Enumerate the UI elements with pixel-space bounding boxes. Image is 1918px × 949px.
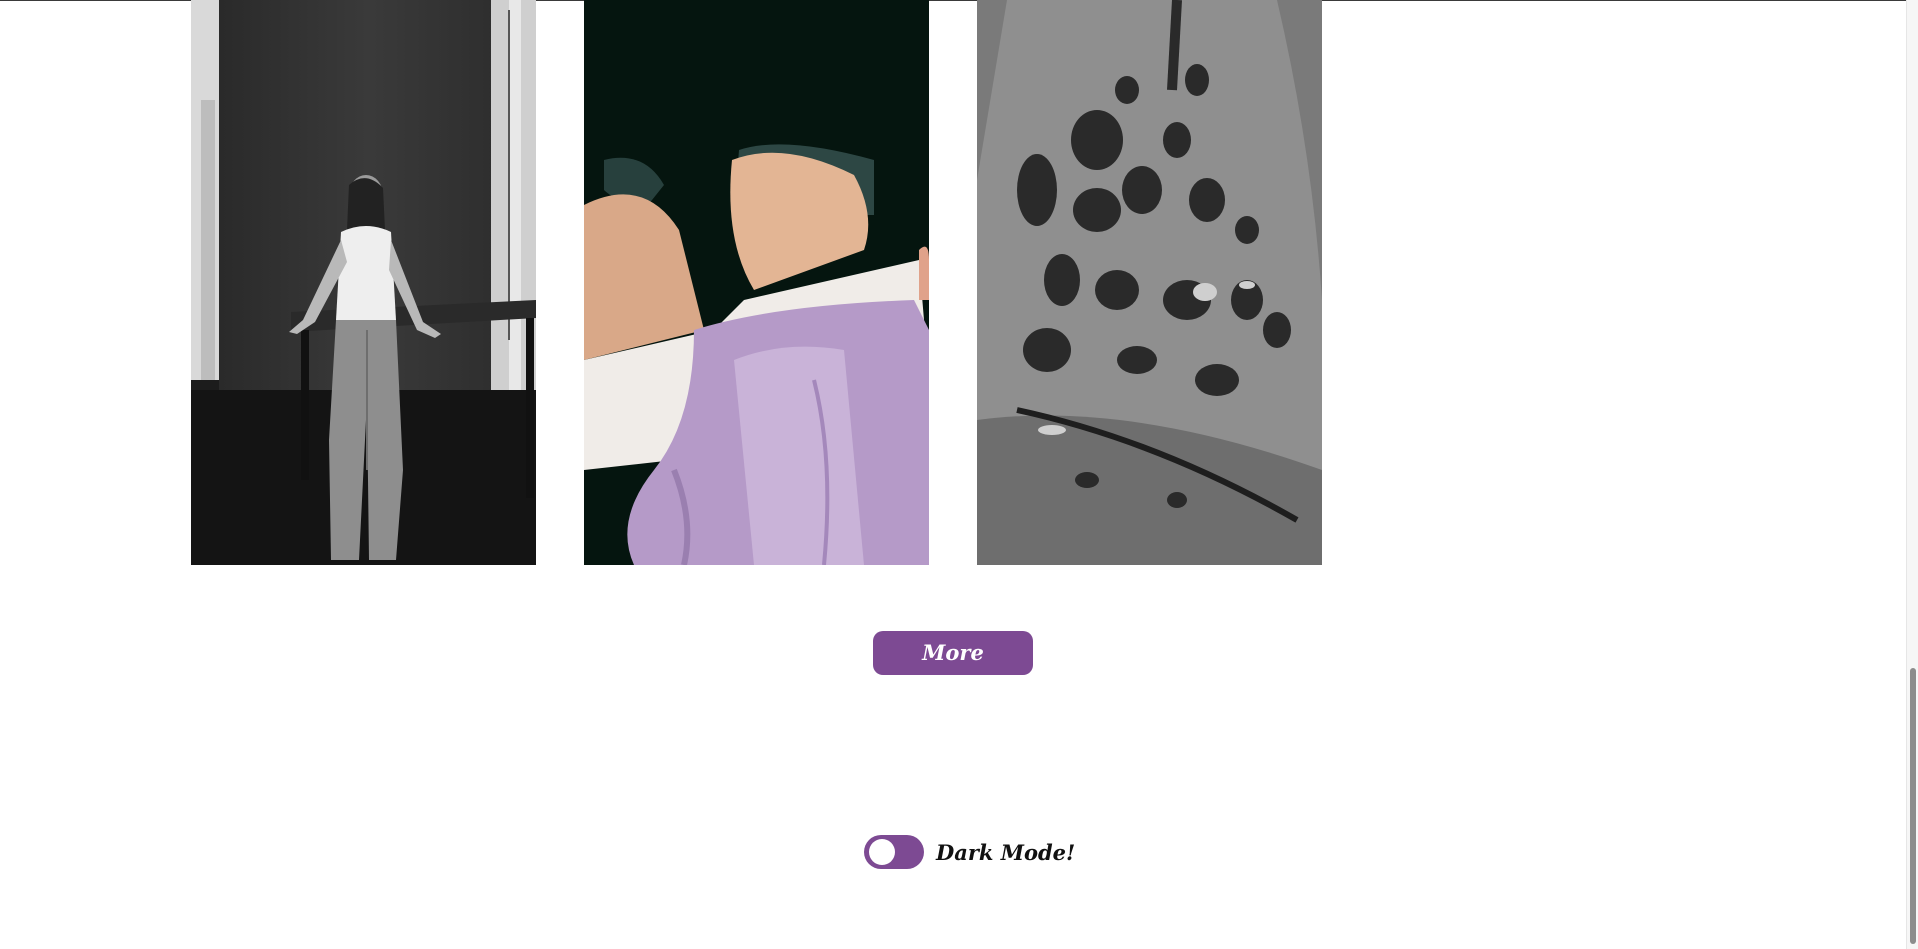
scrollbar-thumb[interactable]: [1910, 668, 1916, 944]
more-button[interactable]: More: [873, 631, 1033, 675]
photo-knees-skirt[interactable]: [584, 0, 929, 565]
page: More Dark Mode!: [0, 0, 1918, 949]
photo-knees-skirt-image: [584, 0, 929, 565]
dark-mode-toggle[interactable]: [864, 835, 924, 869]
photo-woman-leaning-image: [191, 0, 536, 565]
dark-mode-label: Dark Mode!: [936, 839, 1076, 865]
toggle-knob: [869, 839, 895, 865]
photo-rock-texture[interactable]: [977, 0, 1322, 565]
photo-woman-leaning[interactable]: [191, 0, 536, 565]
page-scrollbar[interactable]: [1906, 0, 1918, 949]
dark-mode-control: Dark Mode!: [864, 834, 1075, 870]
photo-rock-texture-image: [977, 0, 1322, 565]
